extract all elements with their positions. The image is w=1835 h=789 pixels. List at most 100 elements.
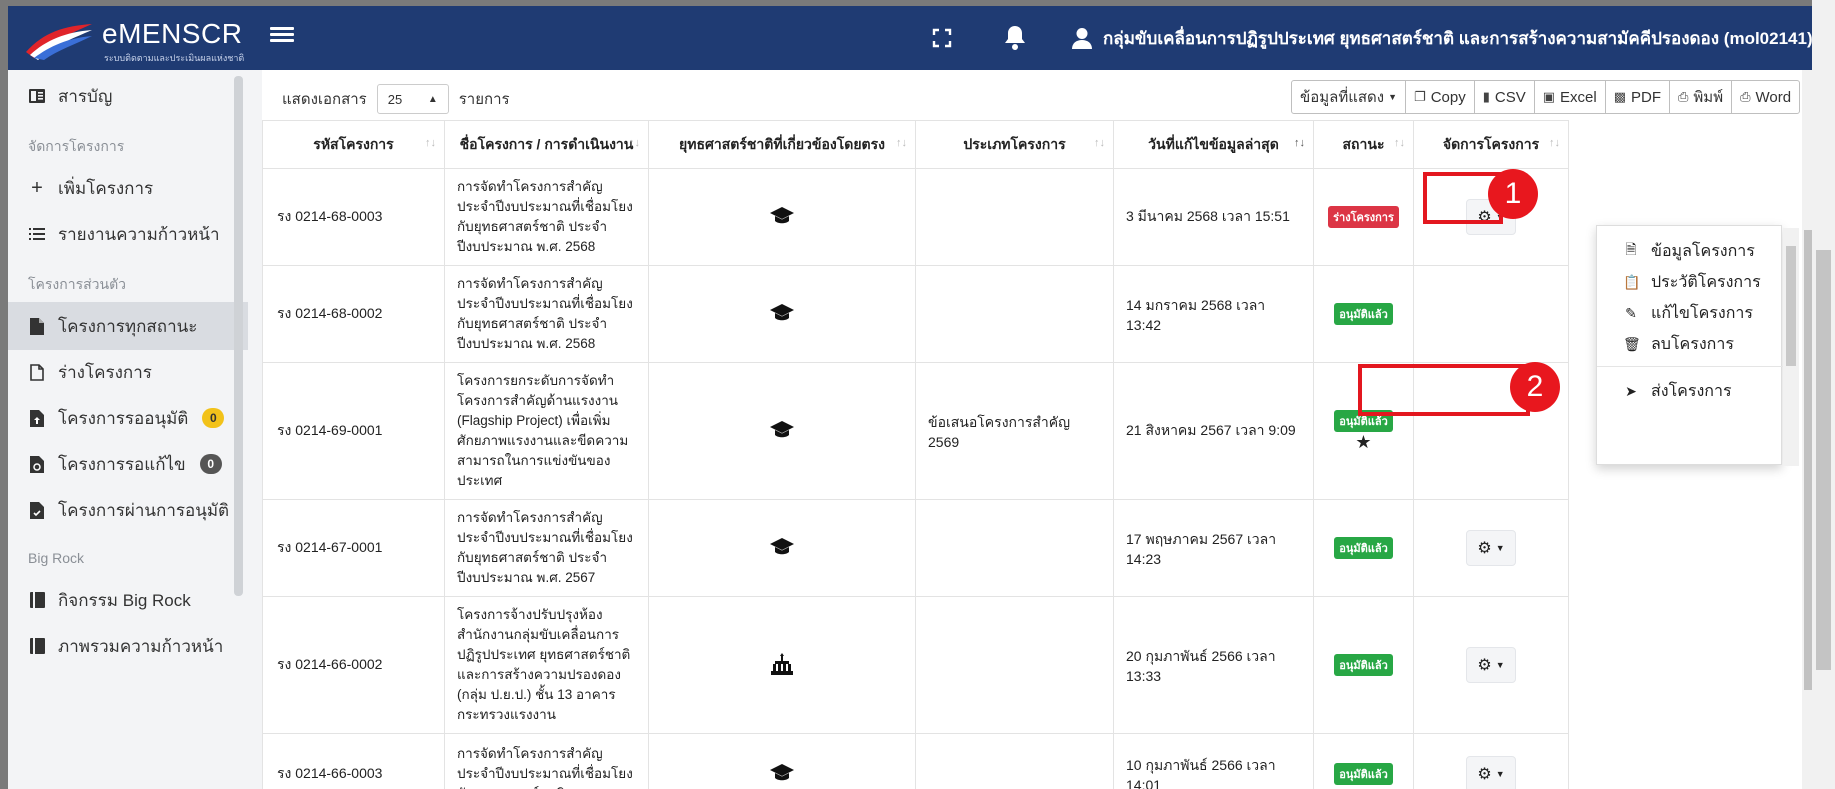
cell-type <box>915 265 1114 363</box>
logo[interactable]: eMENSCR ระบบติดตามและประเมินผลแห่งชาติ <box>24 16 254 64</box>
pdf-button[interactable]: ▩ PDF <box>1604 80 1671 114</box>
sidebar-item-pending-approval[interactable]: โครงการรออนุมัติ 0 <box>8 394 248 442</box>
menu-item-label: ส่งโครงการ <box>1651 382 1732 400</box>
user-menu[interactable]: กลุ่มขับเคลื่อนการปฏิรูปประเทศ ยุทธศาสตร… <box>1071 22 1820 54</box>
status-badge: อนุมัติแล้ว <box>1334 654 1393 676</box>
export-button-group: ข้อมูลที่แสดง ▼ ❐ Copy ▮ CSV ▣ Excel ▩ P… <box>1291 80 1801 114</box>
col-header-strategy[interactable]: ยุทธศาสตร์ชาติที่เกี่ยวข้องโดยตรง ↑↓ <box>648 120 916 169</box>
columns-button[interactable]: ข้อมูลที่แสดง ▼ <box>1291 80 1407 114</box>
book-bookmark-icon <box>28 637 46 655</box>
cell-name: การจัดทำโครงการสำคัญประจำปีงบประมาณที่เช… <box>444 265 649 363</box>
col-header-updated[interactable]: วันที่แก้ไขข้อมูลล่าสุด ↑↓ <box>1113 120 1314 169</box>
menu-item-submit-project[interactable]: ➤ ส่งโครงการ <box>1597 376 1783 406</box>
menu-icon[interactable] <box>270 24 294 48</box>
status-badge: ร่างโครงการ <box>1328 206 1399 228</box>
pending-approval-count: 0 <box>202 408 225 428</box>
page-scrollbar[interactable] <box>1812 0 1835 789</box>
graduation-cap-icon <box>770 206 794 223</box>
menu-item-delete-project[interactable]: 🗑 ลบโครงการ <box>1597 329 1783 359</box>
page-length-value: 25 <box>387 91 403 107</box>
menu-item-label: แก้ไขโครงการ <box>1651 304 1753 322</box>
sidebar-item-progress-overview[interactable]: ภาพรวมความก้าวหน้า <box>8 622 248 670</box>
project-list-card: แสดงเอกสาร 25 ▲ รายการ ข้อมูลที่แสดง ▼ ❐… <box>262 70 1814 789</box>
file-csv-icon: ▮ <box>1482 89 1490 104</box>
sidebar-item-draft[interactable]: ร่างโครงการ <box>8 348 248 396</box>
projects-table: รหัสโครงการ ↑↓ ชื่อโครงการ / การดำเนินงาน… <box>262 120 1569 789</box>
sidebar-section-personal: โครงการส่วนตัว <box>28 276 127 292</box>
sidebar-item-label: โครงการผ่านการอนุมัติ <box>58 500 230 520</box>
print-button[interactable]: ⎙ พิมพ์ <box>1669 80 1733 114</box>
sort-icon: ↑↓ <box>1549 137 1560 149</box>
manage-gear-button[interactable]: ⚙ ▼ <box>1466 530 1516 566</box>
sidebar-item-progress-report[interactable]: รายงานความก้าวหน้า <box>8 210 248 258</box>
page-length-select[interactable]: 25 ▲ <box>376 84 449 114</box>
cell-code: รง 0214-66-0002 <box>262 596 445 734</box>
menu-item-project-info[interactable]: 🗎 ข้อมูลโครงการ <box>1597 236 1783 266</box>
sidebar-item-pending-edit[interactable]: โครงการรอแก้ไข 0 <box>8 440 248 488</box>
pending-edit-count: 0 <box>199 454 222 474</box>
top-navbar: eMENSCR ระบบติดตามและประเมินผลแห่งชาติ ก… <box>8 6 1820 70</box>
cell-name: การจัดทำโครงการสำคัญประจำปีงบประมาณที่เช… <box>444 168 649 266</box>
cell-name: โครงการจ้างปรับปรุงห้องสำนักงานกลุ่มขับเ… <box>444 596 649 734</box>
col-header-name[interactable]: ชื่อโครงการ / การดำเนินงาน ↑↓ <box>444 120 649 169</box>
sidebar-item-add-project[interactable]: + เพิ่มโครงการ <box>8 164 248 212</box>
sidebar-item-label: สารบัญ <box>58 86 113 106</box>
cell-updated: 3 มีนาคม 2568 เวลา 15:51 <box>1113 168 1314 266</box>
caret-down-icon: ▼ <box>1495 769 1505 779</box>
excel-button[interactable]: ▣ Excel <box>1533 80 1606 114</box>
cell-type <box>915 733 1114 789</box>
sidebar-item-toc[interactable]: สารบัญ <box>8 72 248 120</box>
cell-manage: ⚙ ▼ <box>1413 596 1569 734</box>
records-label: รายการ <box>458 91 510 108</box>
col-header-manage[interactable]: จัดการโครงการ ↑↓ <box>1413 120 1569 169</box>
menu-item-edit-project[interactable]: ✎ แก้ไขโครงการ <box>1597 298 1783 328</box>
word-button[interactable]: ⎙ Word <box>1731 80 1801 114</box>
sidebar-item-all-status[interactable]: โครงการทุกสถานะ <box>8 302 248 350</box>
cell-name: โครงการยกระดับการจัดทำโครงการสำคัญด้านแร… <box>444 362 649 500</box>
cell-status: อนุมัติแล้ว <box>1313 596 1414 734</box>
csv-button[interactable]: ▮ CSV <box>1473 80 1535 114</box>
cell-type <box>915 499 1114 597</box>
col-header-type[interactable]: ประเภทโครงการ ↑↓ <box>915 120 1114 169</box>
col-header-code[interactable]: รหัสโครงการ ↑↓ <box>262 120 445 169</box>
book-icon <box>28 87 46 105</box>
manage-gear-button[interactable]: ⚙ ▼ <box>1466 647 1516 683</box>
graduation-cap-icon <box>770 420 794 437</box>
file-upload-icon <box>28 409 46 427</box>
menu-item-label: ข้อมูลโครงการ <box>1651 242 1755 260</box>
status-badge: อนุมัติแล้ว <box>1334 303 1393 325</box>
cell-strategy <box>648 499 916 597</box>
csv-button-label: CSV <box>1494 88 1526 106</box>
cell-type <box>915 596 1114 734</box>
file-pdf-icon: ▩ <box>1613 89 1627 104</box>
cell-strategy <box>648 733 916 789</box>
columns-button-label: ข้อมูลที่แสดง <box>1300 89 1385 106</box>
sidebar-item-approved[interactable]: โครงการผ่านการอนุมัติ <box>8 486 248 534</box>
cell-manage: ⚙ ▼ <box>1413 733 1569 789</box>
brand-name: eMENSCR <box>102 18 243 49</box>
manage-gear-button[interactable]: ⚙ ▼ <box>1466 756 1516 789</box>
cell-updated: 17 พฤษภาคม 2567 เวลา 14:23 <box>1113 499 1314 597</box>
cell-updated: 21 สิงหาคม 2567 เวลา 9:09 <box>1113 362 1314 500</box>
menu-item-project-history[interactable]: 📋 ประวัติโครงการ <box>1597 267 1783 297</box>
cell-type <box>915 168 1114 266</box>
sort-icon: ↑↓ <box>896 137 907 149</box>
fullscreen-icon[interactable] <box>932 28 952 48</box>
bell-icon[interactable] <box>1004 24 1026 50</box>
cell-manage: ⚙ ▼ <box>1413 499 1569 597</box>
sidebar-item-bigrock-activity[interactable]: กิจกรรม Big Rock <box>8 576 248 624</box>
table-row: รง 0214-67-0001 การจัดทำโครงการสำคัญประจ… <box>262 499 1569 597</box>
col-header-status[interactable]: สถานะ ↑↓ <box>1313 120 1414 169</box>
sort-icon: ↑↓ <box>1394 137 1405 149</box>
cell-status: อนุมัติแล้ว <box>1313 499 1414 597</box>
dropdown-scrollbar[interactable] <box>1783 228 1799 466</box>
step-marker-2: 2 <box>1510 362 1560 412</box>
gear-icon: ⚙ <box>1477 540 1492 557</box>
sidebar-scrollbar[interactable] <box>234 76 243 596</box>
copy-button[interactable]: ❐ Copy <box>1405 80 1475 114</box>
book-bookmark-icon <box>28 591 46 609</box>
sidebar-item-label: โครงการทุกสถานะ <box>58 316 198 336</box>
table-row: รง 0214-68-0002 การจัดทำโครงการสำคัญประจ… <box>262 265 1569 363</box>
file-outline-icon <box>28 363 46 381</box>
status-badge: อนุมัติแล้ว <box>1334 537 1393 559</box>
